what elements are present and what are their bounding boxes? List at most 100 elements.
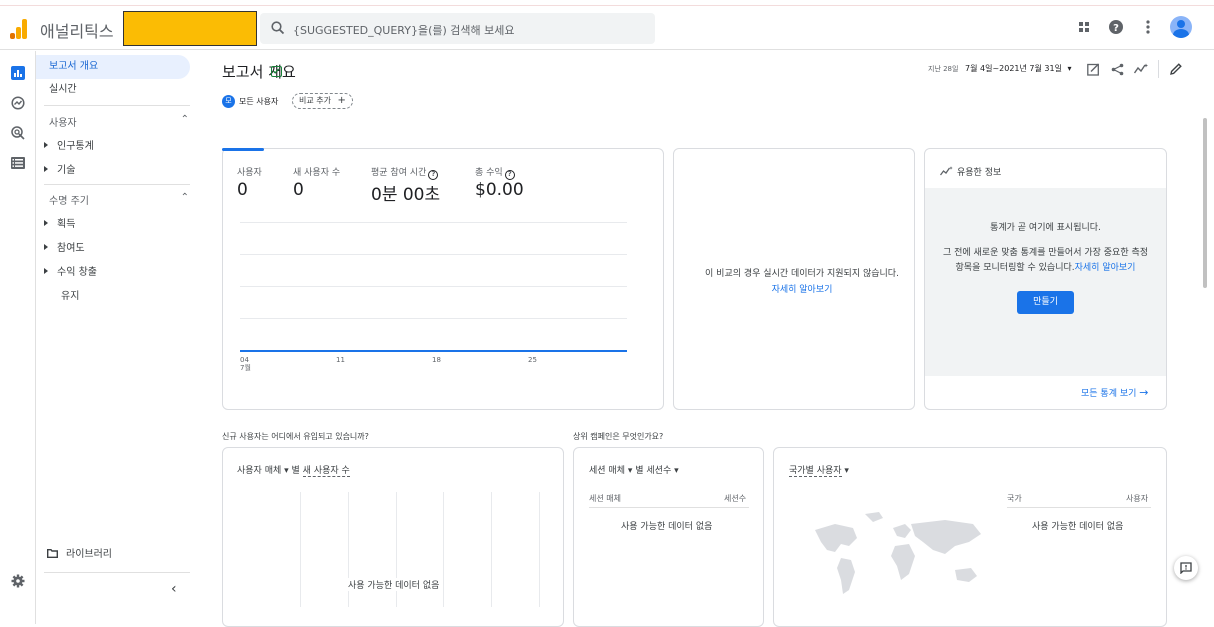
- help-circle-icon[interactable]: ?: [504, 170, 515, 180]
- section-new-users-question: 신규 사용자는 어디에서 유입되고 있습니까?: [222, 432, 369, 441]
- chart-gridline: [491, 492, 492, 607]
- metric-label[interactable]: 국가별 사용자: [789, 466, 842, 477]
- chevron-up-icon[interactable]: ⌃: [181, 192, 189, 203]
- expand-arrow-icon: [44, 220, 48, 226]
- settings-gear-icon[interactable]: [10, 573, 26, 589]
- metric-label[interactable]: 세션수: [646, 466, 671, 476]
- metric-new-users-value: 0: [293, 180, 304, 200]
- realtime-unsupported-message: 이 비교의 경우 실시간 데이터가 지원되지 않습니다. 자세히 알아보기: [690, 266, 914, 295]
- more-vert-icon[interactable]: [1138, 17, 1158, 37]
- share-icon[interactable]: [1110, 62, 1124, 76]
- realtime-message-text: 이 비교의 경우 실시간 데이터가 지원되지 않습니다.: [705, 269, 899, 279]
- comparison-chip-all-users[interactable]: 모 모든 사용자: [222, 93, 278, 109]
- chart-gridline: [539, 492, 540, 607]
- explore-icon[interactable]: [10, 95, 26, 111]
- collapse-sidebar-icon[interactable]: ‹: [171, 581, 177, 597]
- feedback-icon: [1180, 562, 1192, 574]
- add-comparison-button[interactable]: 비교 추가 +: [292, 93, 353, 109]
- sidebar-section-lifecycle-label: 수명 주기: [49, 196, 89, 207]
- metrics-card: [222, 148, 664, 410]
- nav-rail: [0, 51, 36, 624]
- sidebar-section-user-label: 사용자: [49, 118, 77, 129]
- chart-x-tick-label: 11: [336, 356, 345, 364]
- app-title: 애널리틱스: [40, 22, 114, 41]
- search-icon: [271, 21, 285, 35]
- metric-new-users-label[interactable]: 새 사용자 수: [293, 165, 340, 178]
- sidebar-item-label: 라이브러리: [66, 549, 112, 560]
- sidebar-item-tech[interactable]: 기술: [44, 161, 75, 176]
- sidebar-section-lifecycle[interactable]: 수명 주기 ⌃: [49, 192, 189, 207]
- chart-x-tick-label: 18: [432, 356, 441, 364]
- metric-revenue-label[interactable]: 총 수익?: [475, 165, 515, 180]
- all-users-chip-badge: 모: [222, 94, 235, 108]
- sidebar-divider: [44, 105, 190, 106]
- metric-engagement-value: 0분 00초: [371, 185, 441, 205]
- dimension-selector[interactable]: 사용자 매체: [237, 466, 281, 476]
- metric-label[interactable]: 새 사용자 수: [302, 466, 350, 477]
- sidebar-item-demographics[interactable]: 인구통계: [44, 137, 94, 152]
- sidebar-section-user[interactable]: 사용자 ⌃: [49, 114, 189, 129]
- insights-title-text: 유용한 정보: [957, 168, 1002, 178]
- help-icon[interactable]: ?: [1106, 17, 1126, 37]
- search-bar[interactable]: {SUGGESTED_QUERY}을(를) 검색해 보세요: [260, 13, 655, 44]
- feedback-button[interactable]: [1174, 556, 1198, 580]
- chart-gridline: [300, 492, 301, 607]
- chart-gridline: [443, 492, 444, 607]
- no-data-message: 사용 가능한 데이터 없음: [621, 522, 713, 532]
- metric-users-label[interactable]: 사용자: [237, 165, 262, 178]
- date-range-picker[interactable]: 지난 28일 7월 4일~2021년 7월 31일 ▾: [928, 63, 1072, 74]
- insights-body: [925, 188, 1166, 376]
- sessions-card-title[interactable]: 세션 매체 ▾ 별 세션수 ▾: [589, 463, 679, 476]
- sidebar-item-engagement[interactable]: 참여도: [44, 239, 85, 254]
- view-all-insights-link[interactable]: 모든 통계 보기 →: [1081, 386, 1149, 399]
- table-divider: [1007, 507, 1151, 508]
- dropdown-arrow-icon: ▾: [671, 466, 679, 476]
- metric-revenue-label-text: 총 수익: [475, 168, 503, 178]
- chart-x-sublabel: 7월: [240, 364, 251, 372]
- sidebar-item-acquisition[interactable]: 획득: [44, 215, 75, 230]
- edit-pencil-icon[interactable]: [1169, 62, 1183, 76]
- insights-title: 유용한 정보: [939, 165, 1002, 178]
- reports-icon[interactable]: [10, 65, 26, 81]
- section-campaigns-question: 상위 캠페인은 무엇인가요?: [573, 432, 664, 441]
- sidebar-item-overview[interactable]: 보고서 개요: [36, 55, 190, 79]
- search-placeholder[interactable]: {SUGGESTED_QUERY}을(를) 검색해 보세요: [293, 22, 515, 38]
- toolbar-divider: [1158, 60, 1159, 78]
- dropdown-arrow-icon: ▾: [281, 466, 292, 476]
- app-header: 애널리틱스 {SUGGESTED_QUERY}을(를) 검색해 보세요 ?: [0, 7, 1214, 50]
- analytics-logo-icon[interactable]: [10, 19, 28, 39]
- edit-report-icon[interactable]: [271, 66, 282, 77]
- insights-sparkline-icon[interactable]: [1134, 62, 1148, 76]
- apps-grid-icon[interactable]: [1074, 17, 1094, 37]
- expand-arrow-icon: [44, 142, 48, 148]
- account-selector-redacted[interactable]: [123, 11, 257, 46]
- account-avatar[interactable]: [1170, 16, 1192, 38]
- chevron-up-icon[interactable]: ⌃: [181, 114, 189, 125]
- page-scrollbar[interactable]: [1203, 118, 1207, 288]
- insights-learn-more-link[interactable]: 자세히 알아보기: [1075, 263, 1136, 273]
- table-divider: [589, 507, 749, 508]
- by-text: 별: [635, 466, 644, 476]
- table-header-country: 국가: [1007, 494, 1022, 503]
- date-range-label: 지난 28일: [928, 65, 959, 73]
- view-all-insights-label: 모든 통계 보기: [1081, 389, 1137, 399]
- country-card-title[interactable]: 국가별 사용자 ▾: [789, 463, 849, 477]
- insights-line3: 항목을 모니터링할 수 있습니다.: [955, 263, 1075, 273]
- advertising-icon[interactable]: [10, 125, 26, 141]
- new-users-card-title[interactable]: 사용자 매체 ▾ 별 새 사용자 수: [237, 463, 350, 477]
- chip-label: 모든 사용자: [239, 96, 279, 106]
- customize-report-icon[interactable]: [1086, 62, 1100, 76]
- dropdown-arrow-icon: ▾: [1067, 64, 1072, 73]
- expand-arrow-icon: [44, 244, 48, 250]
- sidebar-item-retention[interactable]: 유지: [61, 287, 79, 302]
- metric-engagement-label[interactable]: 평균 참여 시간?: [371, 165, 439, 180]
- sidebar-item-realtime[interactable]: 실시간: [36, 78, 190, 102]
- dimension-selector[interactable]: 세션 매체: [589, 466, 625, 476]
- sidebar-item-library[interactable]: 라이브러리: [47, 545, 112, 560]
- create-insight-button[interactable]: 만들기: [1017, 291, 1074, 314]
- sidebar-item-monetization[interactable]: 수익 창출: [44, 263, 97, 278]
- configure-icon[interactable]: [10, 155, 26, 171]
- learn-more-link[interactable]: 자세히 알아보기: [690, 282, 914, 295]
- reports-sidebar: 보고서 개요 실시간 사용자 ⌃ 인구통계 기술 수명 주기 ⌃ 획득 참여도 …: [36, 51, 196, 624]
- help-circle-icon[interactable]: ?: [428, 170, 439, 180]
